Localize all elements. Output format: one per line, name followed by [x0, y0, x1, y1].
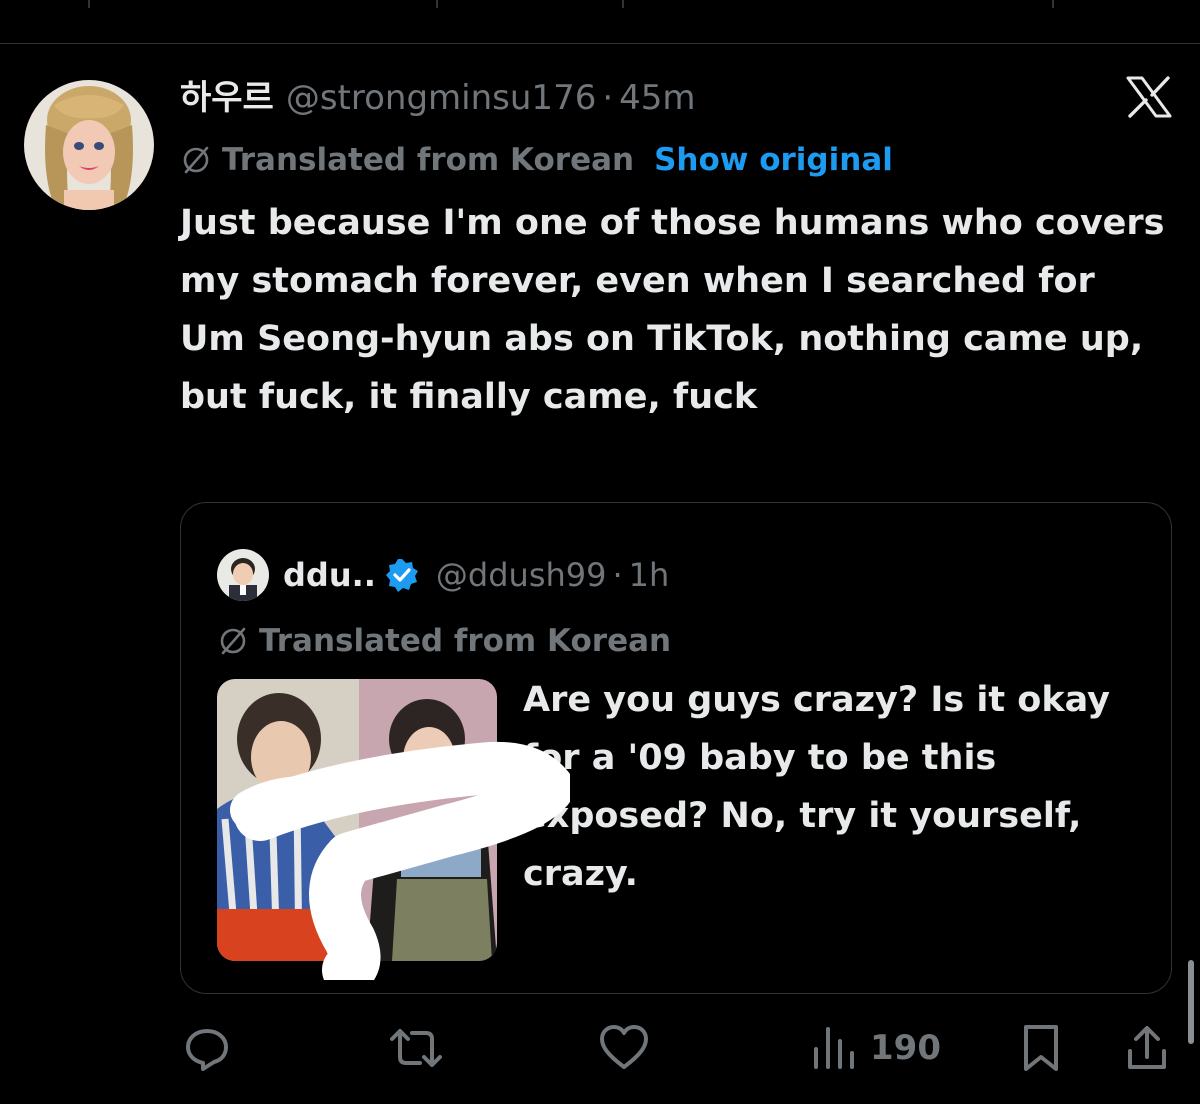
quoted-author-avatar[interactable] [217, 549, 269, 601]
redaction-scribble [230, 741, 570, 980]
quoted-author-handle[interactable]: @ddush99 [436, 553, 607, 597]
header-separator: · [602, 78, 614, 118]
author-avatar[interactable] [24, 80, 154, 210]
quoted-post-text: Are you guys crazy? Is it okay for a '09… [523, 680, 1110, 894]
post-text: Just because I'm one of those humans who… [180, 203, 1165, 417]
translated-label: Translated from Korean [222, 142, 635, 178]
views-chart-icon [814, 1027, 854, 1069]
quoted-post-timestamp[interactable]: 1h [629, 553, 670, 597]
quoted-translation-notice: Translated from Korean [217, 619, 671, 663]
bookmark-button[interactable] [1020, 1016, 1062, 1080]
heart-icon [600, 1025, 648, 1069]
globe-slash-icon [183, 146, 209, 174]
reply-button[interactable] [182, 1016, 232, 1080]
top-divider [0, 43, 1200, 44]
post-timestamp[interactable]: 45m [619, 74, 695, 122]
share-button[interactable] [1124, 1016, 1170, 1080]
globe-slash-icon [220, 627, 246, 655]
quoted-author-avatar-image [217, 549, 269, 601]
post-action-bar: 190 [0, 1016, 1200, 1080]
verified-badge-icon [385, 559, 418, 592]
share-icon [1128, 1026, 1166, 1069]
reply-icon [186, 1029, 228, 1071]
author-avatar-image [24, 80, 154, 210]
quoted-translated-label: Translated from Korean [259, 623, 672, 659]
bookmark-icon [1024, 1025, 1058, 1071]
repost-icon [390, 1029, 442, 1067]
top-tick [436, 0, 438, 8]
like-button[interactable] [598, 1016, 650, 1080]
quoted-post-header: ddu.. @ddush99 · 1h [217, 549, 669, 601]
quoted-author-display-name[interactable]: ddu.. [283, 553, 376, 597]
author-handle[interactable]: @strongminsu176 [286, 74, 596, 122]
translation-notice: Translated from Korean Show original [180, 138, 893, 182]
quoted-header-separator: · [612, 556, 623, 594]
views-count: 190 [870, 1028, 941, 1068]
top-tick [88, 0, 90, 8]
top-tick [1052, 0, 1054, 8]
author-display-name[interactable]: 하우르 [180, 74, 274, 122]
scrollbar[interactable] [1188, 960, 1194, 1044]
show-original-link[interactable]: Show original [654, 138, 893, 182]
x-logo-icon [1126, 76, 1172, 118]
views-button[interactable]: 190 [810, 1016, 941, 1080]
repost-button[interactable] [388, 1016, 444, 1080]
post-header: 하우르 @strongminsu176 · 45m [180, 74, 696, 122]
top-tick [622, 0, 624, 8]
